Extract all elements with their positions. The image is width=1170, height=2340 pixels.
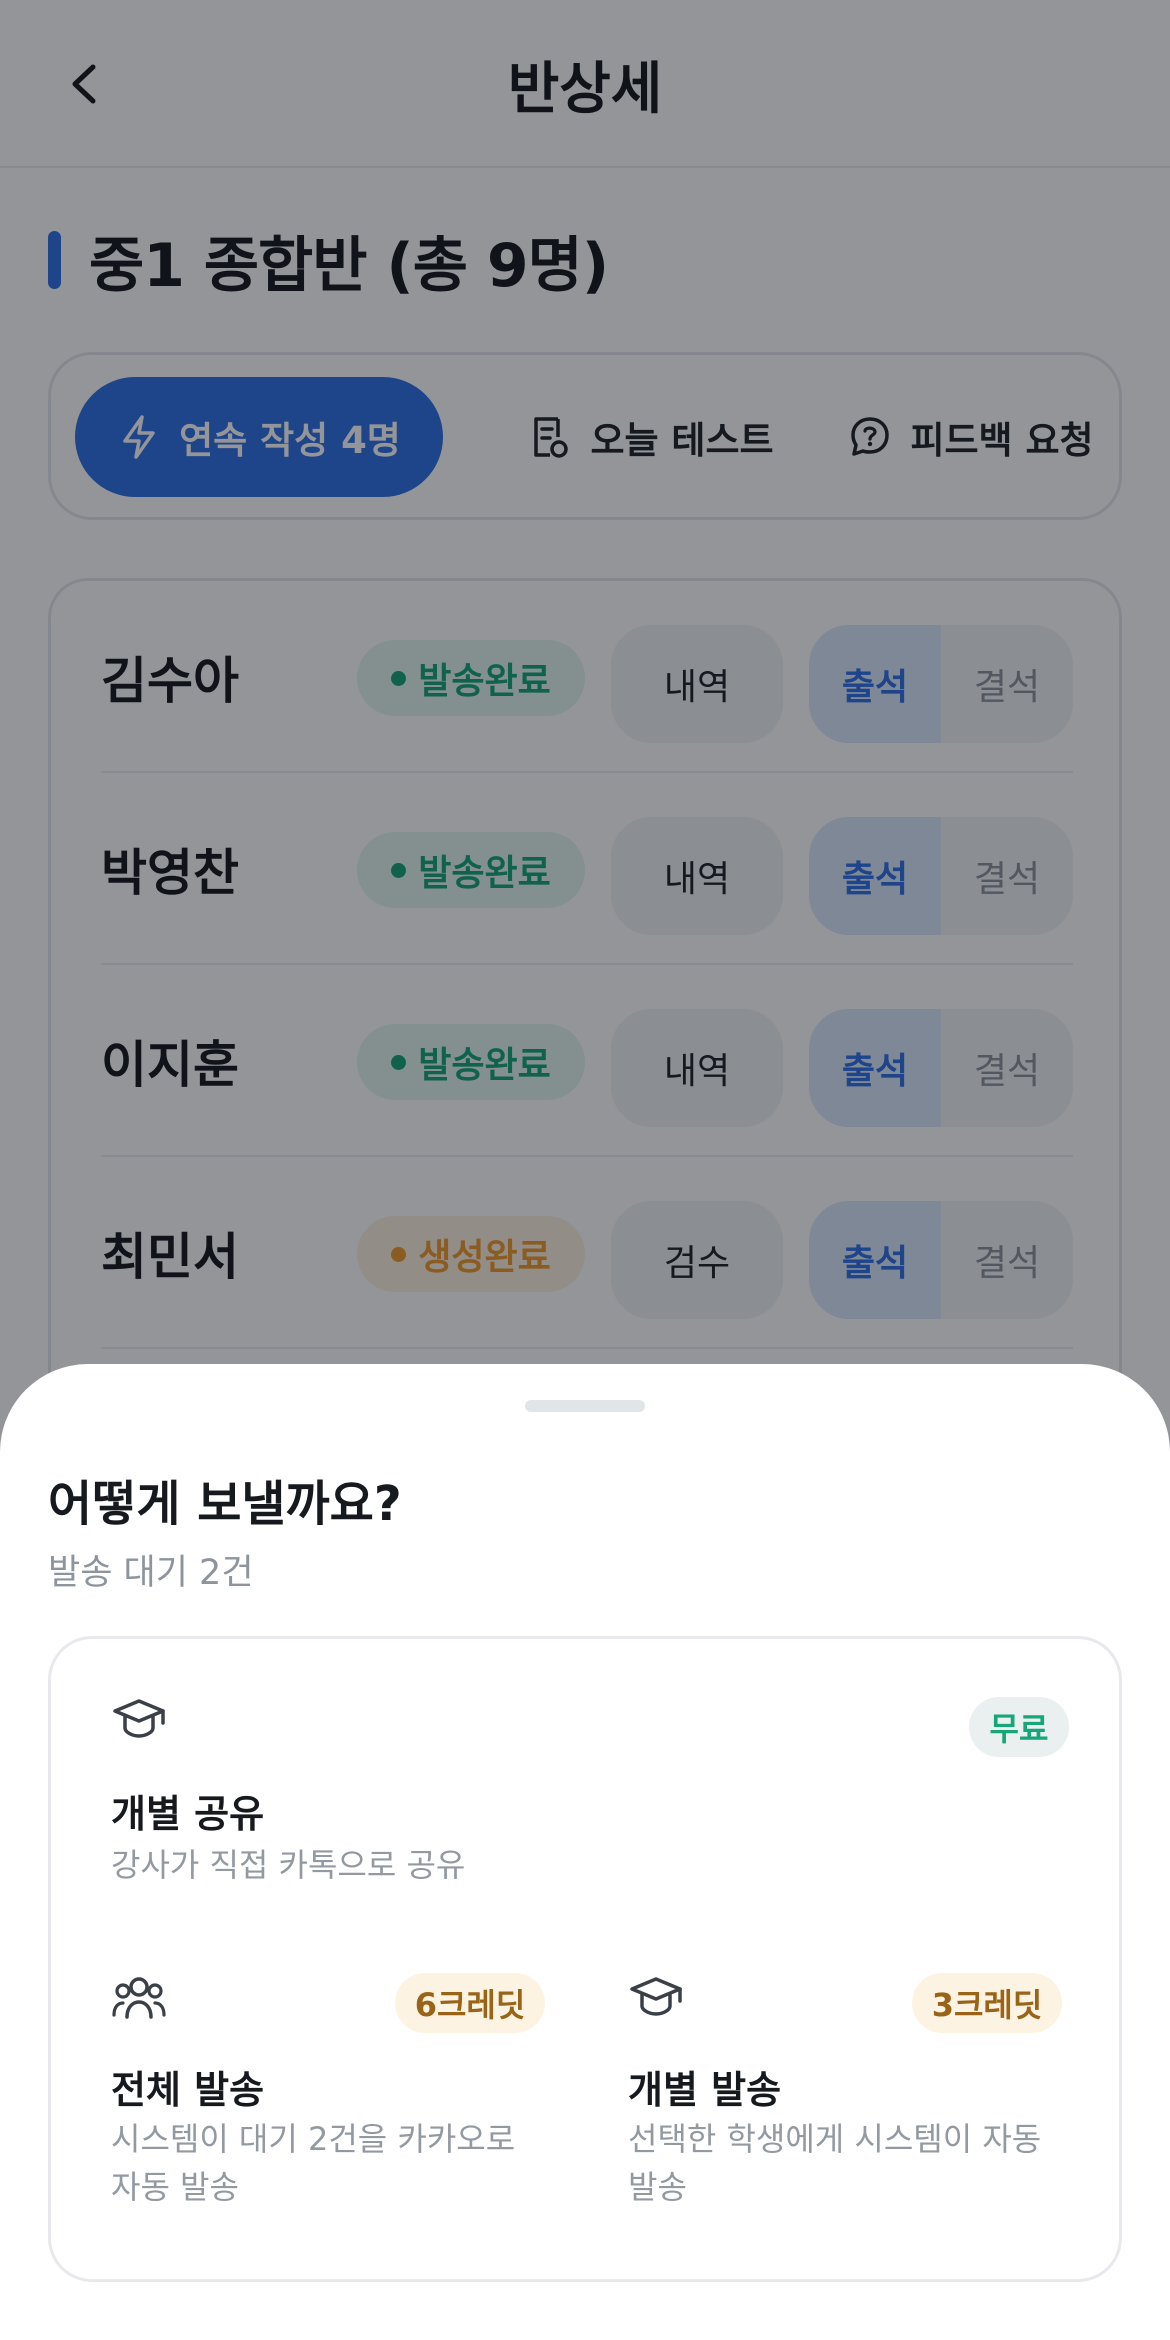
individual-send-option[interactable]: 3크레딧 개별 발송 선택한 학생에게 시스템이 자동 발송	[628, 1973, 1068, 2213]
option-description-line1: 시스템이 대기 2건을 카카오로	[111, 2120, 516, 2158]
send-options-sheet: 어떻게 보낼까요? 발송 대기 2건 무료 개별 공유 강사가 직접 카톡으로 …	[0, 1364, 1170, 2340]
option-title: 전체 발송	[111, 2068, 265, 2112]
bulk-send-option[interactable]: 6크레딧 전체 발송 시스템이 대기 2건을 카카오로 자동 발송	[111, 1973, 545, 2213]
option-title: 개별 공유	[111, 1792, 265, 1836]
individual-share-option[interactable]: 무료 개별 공유 강사가 직접 카톡으로 공유	[111, 1695, 1069, 1895]
credit-badge: 6크레딧	[395, 1973, 545, 2033]
option-description-line1: 선택한 학생에게 시스템이 자동	[628, 2120, 1042, 2158]
sheet-title: 어떻게 보낼까요?	[48, 1476, 402, 1532]
send-options-card: 무료 개별 공유 강사가 직접 카톡으로 공유 6크레딧 전체 발송 시스템이 …	[48, 1636, 1122, 2282]
credit-badge: 3크레딧	[912, 1973, 1062, 2033]
sheet-subtitle: 발송 대기 2건	[48, 1553, 254, 1593]
free-badge: 무료	[969, 1697, 1069, 1757]
sheet-grabber[interactable]	[525, 1400, 645, 1412]
option-description-line2: 자동 발송	[111, 2168, 239, 2206]
option-description: 강사가 직접 카톡으로 공유	[111, 1846, 466, 1884]
option-description-line2: 발송	[628, 2168, 687, 2206]
graduation-cap-icon	[113, 1699, 165, 1738]
graduation-cap-icon	[630, 1977, 682, 2016]
option-title: 개별 발송	[628, 2068, 782, 2112]
users-icon	[112, 1977, 166, 2019]
